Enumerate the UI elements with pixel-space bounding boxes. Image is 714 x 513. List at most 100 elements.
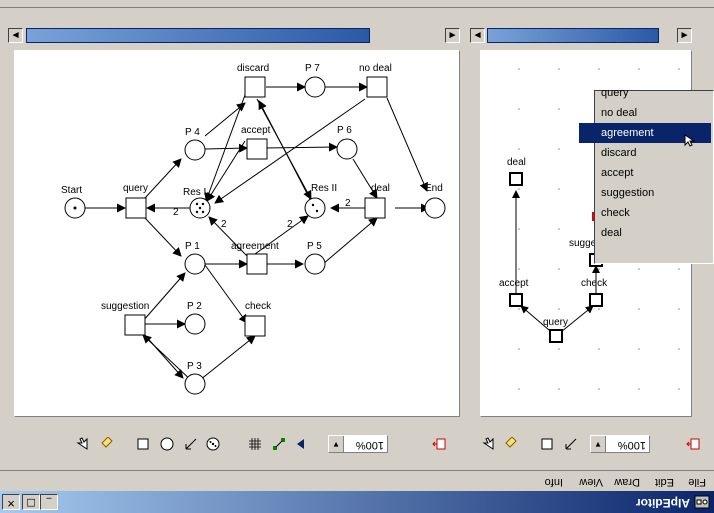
label-res1: Res I (183, 187, 206, 198)
arrow-tool-icon[interactable] (564, 437, 578, 451)
pointer-icon[interactable] (76, 437, 90, 451)
graph-hscrollbar[interactable]: ◀ ▶ (470, 28, 692, 43)
place-p5[interactable] (304, 253, 326, 275)
transition-deal[interactable] (364, 197, 386, 219)
scroll-left-arrow-icon[interactable]: ▶ (470, 28, 485, 43)
graph-toolbar: 100% ▼ (470, 431, 706, 457)
label-start: Start (61, 185, 82, 196)
play-icon[interactable] (294, 437, 308, 451)
arc-weight: 2 (173, 207, 179, 218)
menu-view[interactable]: View (579, 476, 603, 488)
graph-node-accept[interactable] (509, 293, 523, 307)
graph-label-check: check (581, 278, 608, 289)
graph-label-accept: accept (499, 278, 529, 289)
net-toolbar: 100% ▼ (8, 431, 460, 457)
close-button[interactable]: ✕ (2, 494, 20, 510)
bottom-edge (0, 0, 714, 8)
label-p6: P 6 (337, 125, 352, 136)
label-p5: P 5 (307, 241, 322, 252)
ctx-item-check[interactable]: check (579, 203, 711, 223)
transition-no-deal[interactable] (366, 76, 388, 98)
menu-bar: File Edit Draw View Info (0, 470, 714, 491)
graph-label-deal: deal (507, 157, 526, 168)
scroll-right-arrow-icon[interactable]: ◀ (445, 28, 460, 43)
menu-draw[interactable]: Draw (614, 476, 640, 488)
label-res2: Res II (311, 183, 337, 194)
arrow-tool-icon[interactable] (184, 437, 198, 451)
label-p1: P 1 (185, 241, 200, 252)
context-menu: query no deal agreement discard accept s… (579, 87, 714, 264)
transition-discard[interactable] (244, 76, 266, 98)
net-zoom-select[interactable]: 100% ▼ (328, 435, 388, 453)
arc-weight: 2 (345, 198, 351, 209)
connect-icon[interactable] (272, 437, 286, 451)
net-zoom-value: 100% (355, 439, 384, 451)
graph-label-query: query (543, 317, 568, 328)
place-res2[interactable] (304, 197, 326, 219)
chevron-down-icon[interactable]: ▼ (591, 436, 606, 452)
arc-weight: 2 (287, 219, 293, 230)
ctx-item-deal[interactable]: deal (579, 223, 711, 243)
place-p4[interactable] (184, 139, 206, 161)
pointer-icon[interactable] (482, 437, 496, 451)
label-discard: discard (237, 63, 269, 74)
net-scroll-thumb[interactable] (26, 28, 370, 43)
place-p7[interactable] (304, 76, 326, 98)
menu-file[interactable]: File (688, 476, 706, 488)
label-deal: deal (371, 183, 390, 194)
chevron-down-icon[interactable]: ▼ (329, 436, 344, 452)
label-agreement: agreement (231, 241, 279, 252)
net-canvas[interactable]: Start query P 4 discard P 7 no deal acce… (14, 50, 460, 417)
label-accept: accept (241, 125, 271, 136)
place-p2[interactable] (184, 313, 206, 335)
ctx-item-accept[interactable]: accept (579, 163, 711, 183)
transition-tool-icon[interactable] (136, 437, 150, 451)
title-bar[interactable]: AIpEditor _ □ ✕ (0, 491, 714, 513)
arc-weight: 2 (221, 219, 227, 230)
net-hscrollbar[interactable]: ◀ ▶ (8, 28, 460, 43)
export-icon[interactable] (432, 437, 446, 451)
scroll-left-arrow-icon[interactable]: ▶ (8, 28, 23, 43)
label-p7: P 7 (305, 63, 320, 74)
transition-query[interactable] (125, 197, 147, 219)
graph-zoom-value: 100% (617, 439, 646, 451)
label-p2: P 2 (187, 301, 202, 312)
transition-accept[interactable] (246, 138, 268, 160)
mouse-cursor-icon (684, 134, 696, 147)
place-p6[interactable] (336, 138, 358, 160)
minimize-button[interactable]: _ (40, 494, 58, 510)
token-tool-icon[interactable] (206, 437, 220, 451)
scroll-right-arrow-icon[interactable]: ◀ (677, 28, 692, 43)
menu-edit[interactable]: Edit (655, 476, 674, 488)
net-svg: Start query P 4 discard P 7 no deal acce… (61, 63, 446, 395)
label-p4: P 4 (185, 127, 200, 138)
ctx-item-suggestion[interactable]: suggestion (579, 183, 711, 203)
place-p3[interactable] (184, 373, 206, 395)
window-title: AIpEditor (636, 496, 690, 510)
transition-check[interactable] (244, 315, 266, 337)
transition-suggestion[interactable] (124, 314, 146, 336)
place-end[interactable] (424, 197, 446, 219)
graph-scroll-thumb[interactable] (487, 28, 659, 43)
transition-tool-icon[interactable] (540, 437, 554, 451)
maximize-button[interactable]: □ (22, 494, 40, 510)
ctx-item-no-deal[interactable]: no deal (579, 103, 711, 123)
export-icon[interactable] (686, 437, 700, 451)
eraser-icon[interactable] (504, 437, 518, 451)
graph-zoom-select[interactable]: 100% ▼ (590, 435, 650, 453)
label-no-deal: no deal (359, 63, 392, 74)
graph-node-query[interactable] (549, 329, 563, 343)
label-suggestion: suggestion (101, 301, 149, 312)
graph-node-check[interactable] (589, 293, 603, 307)
transition-agreement[interactable] (246, 253, 268, 275)
graph-node-deal[interactable] (509, 172, 523, 186)
ctx-item-query[interactable]: query (579, 83, 711, 103)
place-tool-icon[interactable] (160, 437, 174, 451)
place-p1[interactable] (184, 253, 206, 275)
menu-info[interactable]: Info (545, 476, 563, 488)
eraser-icon[interactable] (100, 437, 114, 451)
grid-icon[interactable] (248, 437, 262, 451)
token (73, 206, 77, 210)
label-end: End (425, 183, 443, 194)
app-window: AIpEditor _ □ ✕ File Edit Draw View Info… (0, 0, 714, 513)
